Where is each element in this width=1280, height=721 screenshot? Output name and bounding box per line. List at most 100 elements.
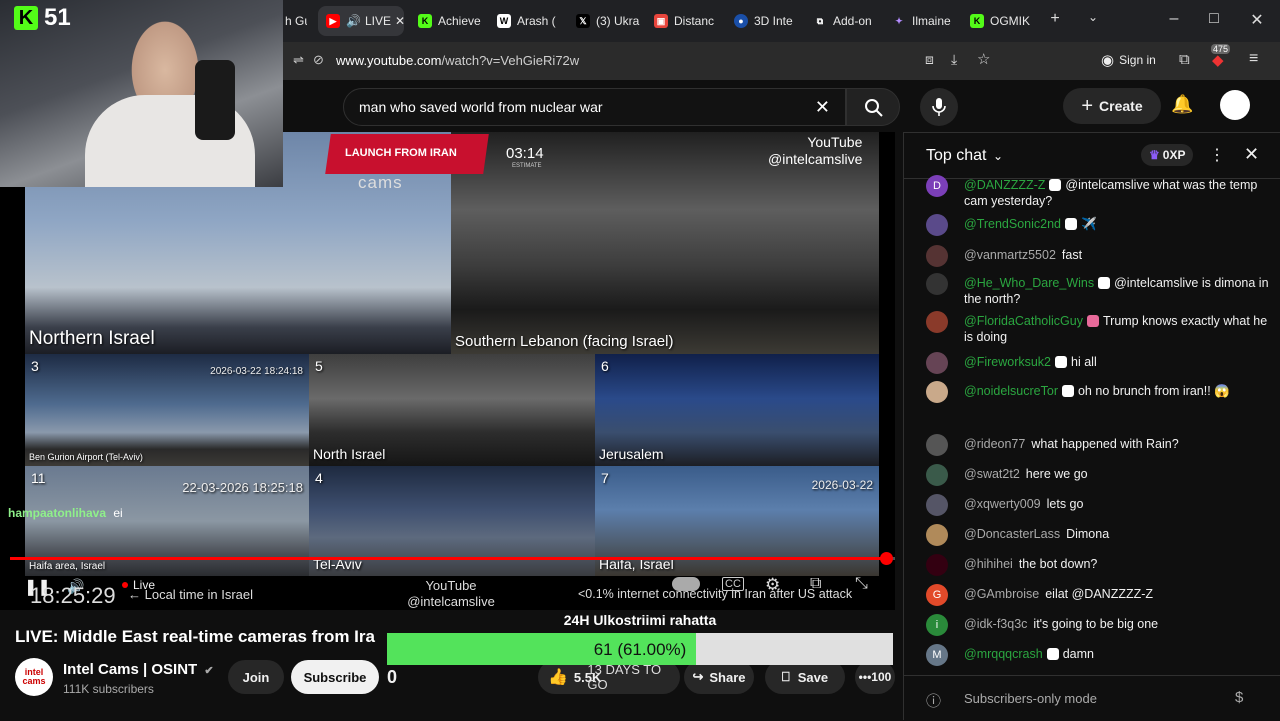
autoplay-toggle[interactable] [672, 577, 700, 591]
chat-author-name[interactable]: @Fireworksuk2 [964, 355, 1051, 369]
install-app-icon[interactable]: ⤓ [951, 51, 957, 68]
settings-gear-icon[interactable]: ⚙ [765, 575, 780, 595]
chat-message[interactable]: @FloridaCatholicGuy Trump knows exactly w… [926, 311, 1271, 345]
chat-message[interactable]: @noidelsucreTor oh no brunch from iran!! … [926, 381, 1271, 403]
extensions-icon[interactable]: ⧉ [1179, 51, 1190, 68]
tab-ilmaine[interactable]: ✦ Ilmaine [892, 6, 960, 36]
page-settings-icon[interactable]: ⇌ [293, 52, 304, 68]
chat-author-avatar[interactable] [926, 554, 948, 576]
video-player[interactable]: Northern Israel Southern Lebanon (facing… [0, 132, 895, 610]
chat-author-name[interactable]: @He_Who_Dare_Wins [964, 276, 1094, 290]
chat-author-name[interactable]: @xqwerty009 [964, 497, 1041, 511]
picture-in-picture-icon[interactable]: ⧈ [925, 51, 934, 68]
chat-author-avatar[interactable] [926, 214, 948, 236]
tab-ogmik[interactable]: K OGMIK [970, 6, 1032, 36]
new-tab-icon[interactable]: + [1045, 10, 1065, 28]
chat-author-name[interactable]: @TrendSonic2nd [964, 217, 1061, 231]
share-button[interactable]: ↪ Share [684, 660, 754, 694]
tab-close-icon[interactable]: ✕ [395, 14, 404, 28]
chat-author-avatar[interactable] [926, 434, 948, 456]
menu-icon[interactable]: ≡ [1249, 50, 1258, 68]
url-field[interactable]: www.youtube.com/watch?v=VehGieRi72w [336, 53, 579, 68]
clear-search-icon[interactable]: ✕ [815, 97, 830, 118]
chat-message[interactable]: @Fireworksuk2 hi all [926, 352, 1271, 374]
chat-message[interactable]: @vanmartz5502 fast [926, 245, 1271, 267]
tab-distance[interactable]: ▣ Distanc [654, 6, 724, 36]
notifications-bell-icon[interactable]: 🔔 [1171, 94, 1193, 115]
speaker-icon[interactable]: 🔊 [346, 14, 361, 28]
maximize-icon[interactable]: □ [1204, 10, 1224, 28]
search-button[interactable] [846, 88, 900, 126]
camera-feed[interactable]: 3 2026-03-22 18:24:18 Ben Gurion Airport… [25, 354, 309, 466]
chat-author-avatar[interactable]: M [926, 644, 948, 666]
chat-author-avatar[interactable] [926, 245, 948, 267]
channel-name[interactable]: Intel Cams | OSINT ✔ [63, 661, 214, 678]
tab-x[interactable]: 𝕏 (3) Ukra [576, 6, 646, 36]
avatar[interactable] [1220, 90, 1250, 120]
sign-in-button[interactable]: ◉ Sign in [1101, 51, 1156, 69]
top-chat-dropdown[interactable]: Top chat ⌄ [926, 147, 1003, 165]
chat-author-name[interactable]: @FloridaCatholicGuy [964, 314, 1083, 328]
chat-author-name[interactable]: @swat2t2 [964, 467, 1020, 481]
tracking-off-icon[interactable]: ⊘ [313, 52, 324, 68]
chat-author-name[interactable]: @GAmbroise [964, 587, 1039, 601]
voice-search-button[interactable] [920, 88, 958, 126]
chat-author-name[interactable]: @noidelsucreTor [964, 384, 1058, 398]
chat-author-avatar[interactable]: G [926, 584, 948, 606]
save-button[interactable]: ⎕ Save [765, 660, 845, 694]
minimize-icon[interactable]: – [1164, 10, 1184, 28]
chat-message[interactable]: G @GAmbroise eilat @DANZZZZ-Z [926, 584, 1271, 606]
tab-addon[interactable]: ⧉ Add-on [813, 6, 885, 36]
chat-message[interactable]: @DoncasterLass Dimona [926, 524, 1271, 546]
chat-author-avatar[interactable] [926, 464, 948, 486]
chat-author-name[interactable]: @DANZZZZ-Z [964, 178, 1045, 192]
create-button[interactable]: + Create [1063, 88, 1161, 124]
bookmark-star-icon[interactable]: ☆ [977, 50, 990, 68]
seek-bar[interactable] [10, 552, 895, 565]
chat-message[interactable]: D @DANZZZZ-Z @intelcamslive what was the t… [926, 175, 1271, 209]
chat-author-name[interactable]: @vanmartz5502 [964, 248, 1056, 262]
chat-message[interactable]: @He_Who_Dare_Wins @intelcamslive is dimon… [926, 273, 1271, 307]
tab-list-chevron-icon[interactable]: ⌄ [1083, 10, 1103, 24]
seek-handle[interactable] [880, 552, 894, 565]
chat-message[interactable]: @xqwerty009 lets go [926, 494, 1271, 516]
chat-author-avatar[interactable] [926, 494, 948, 516]
chat-author-avatar[interactable]: i [926, 614, 948, 636]
chat-author-name[interactable]: @DoncasterLass [964, 527, 1060, 541]
tab-wikipedia[interactable]: W Arash ( [497, 6, 565, 36]
chat-author-avatar[interactable] [926, 273, 948, 295]
chat-close-icon[interactable]: ✕ [1244, 144, 1259, 165]
camera-feed[interactable]: 6 Jerusalem [595, 354, 879, 466]
join-button[interactable]: Join [228, 660, 284, 694]
chat-message[interactable]: @hihihei the bot down? [926, 554, 1271, 576]
xp-badge[interactable]: ♛ 0XP [1141, 144, 1194, 166]
like-button[interactable]: 👍 5.5K 13 DAYS TO GO [538, 660, 680, 694]
chat-author-avatar[interactable] [926, 381, 948, 403]
chat-message[interactable]: @TrendSonic2nd ✈️ [926, 214, 1271, 236]
chat-message[interactable]: @rideon77 what happened with Rain? [926, 434, 1271, 456]
chat-message[interactable]: i @idk-f3q3c it's going to be big one [926, 614, 1271, 636]
chat-author-avatar[interactable]: D [926, 175, 948, 197]
search-input[interactable]: man who saved world from nuclear war ✕ [343, 88, 846, 126]
channel-avatar[interactable]: intel cams [15, 658, 53, 696]
chat-author-name[interactable]: @hihihei [964, 557, 1013, 571]
chat-author-name[interactable]: @mrqqqcrash [964, 647, 1043, 661]
chat-author-avatar[interactable] [926, 311, 948, 333]
camera-feed[interactable]: 5 North Israel [309, 354, 595, 466]
chat-message[interactable]: M @mrqqqcrash damn [926, 644, 1271, 666]
chat-author-avatar[interactable] [926, 352, 948, 374]
miniplayer-icon[interactable]: ⧉ [810, 575, 821, 593]
window-close-icon[interactable]: ✕ [1247, 10, 1267, 30]
chat-author-avatar[interactable] [926, 524, 948, 546]
chat-more-icon[interactable]: ⋮ [1209, 145, 1225, 165]
tab-achieve[interactable]: K Achieve [418, 6, 488, 36]
tab-1[interactable]: h Gu [285, 6, 307, 36]
chat-message[interactable]: @swat2t2 here we go [926, 464, 1271, 486]
chat-author-name[interactable]: @rideon77 [964, 437, 1025, 451]
tab-youtube-live[interactable]: ▶ 🔊 LIVE ✕ [318, 6, 404, 36]
chat-author-name[interactable]: @idk-f3q3c [964, 617, 1027, 631]
tab-3d[interactable]: ● 3D Inte [734, 6, 804, 36]
captions-icon[interactable]: CC [722, 577, 744, 591]
fullscreen-icon[interactable]: ⤡ [855, 575, 868, 593]
super-chat-icon[interactable]: $ [1235, 689, 1243, 706]
